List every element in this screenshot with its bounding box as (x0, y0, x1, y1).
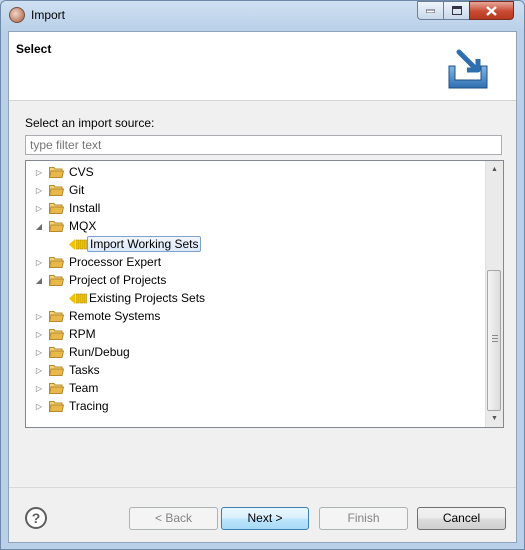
folder-icon (49, 275, 64, 286)
import-dialog-window: Import Select Select an import source: t… (0, 0, 525, 550)
tree-folder-row[interactable]: ▷ Processor Expert (26, 254, 486, 272)
tree-folder-row[interactable]: ▷ Team (26, 380, 486, 398)
wizard-header: Select (9, 32, 516, 101)
scroll-up-arrow-icon[interactable]: ▲ (486, 161, 503, 178)
tree-folder-row[interactable]: ▷ CVS (26, 164, 486, 182)
expand-arrow-icon[interactable]: ▷ (34, 348, 44, 358)
tree-label: Remote Systems (69, 309, 161, 323)
maximize-icon (451, 6, 462, 15)
tree-folder-row[interactable]: ▷ Run/Debug (26, 344, 486, 362)
tree-item-row[interactable]: Existing Projects Sets (26, 290, 486, 308)
folder-icon (49, 167, 64, 178)
collapse-arrow-icon[interactable]: ◢ (34, 222, 44, 232)
tree-folder-row[interactable]: ▷ Tracing (26, 398, 486, 416)
tree-label: RPM (69, 327, 96, 341)
tree-label: Processor Expert (69, 255, 162, 269)
cancel-button[interactable]: Cancel (417, 507, 506, 530)
minimize-icon (426, 9, 435, 13)
folder-icon (49, 401, 64, 412)
import-tray-icon (448, 49, 488, 89)
tree-label: Tasks (69, 363, 100, 377)
working-set-icon (69, 239, 87, 250)
folder-icon (49, 383, 64, 394)
scroll-thumb[interactable] (487, 270, 501, 411)
folder-icon (49, 365, 64, 376)
expand-arrow-icon[interactable]: ▷ (34, 258, 44, 268)
expand-arrow-icon[interactable]: ▷ (34, 384, 44, 394)
tree-label: Import Working Sets (87, 236, 202, 252)
maximize-button[interactable] (443, 1, 470, 20)
tree-label: Run/Debug (69, 345, 130, 359)
tree-folder-row[interactable]: ◢ Project of Projects (26, 272, 486, 290)
tree-label: Git (69, 183, 85, 197)
expand-arrow-icon[interactable]: ▷ (34, 402, 44, 412)
folder-icon (49, 311, 64, 322)
working-set-icon (69, 293, 87, 304)
tree-label: Tracing (69, 399, 109, 413)
expand-arrow-icon[interactable]: ▷ (34, 168, 44, 178)
tree-label: Install (69, 201, 101, 215)
tree-folder-row[interactable]: ▷ Install (26, 200, 486, 218)
tree-label: Project of Projects (69, 273, 167, 287)
close-button[interactable] (469, 1, 514, 20)
import-source-label: Select an import source: (25, 116, 155, 130)
help-button[interactable]: ? (25, 507, 47, 529)
expand-arrow-icon[interactable]: ▷ (34, 204, 44, 214)
tree-folder-row[interactable]: ▷ RPM (26, 326, 486, 344)
dialog-client-area: Select Select an import source: ▷ CVS ▷ Git… (8, 31, 517, 543)
tree-label: CVS (69, 165, 94, 179)
finish-button[interactable]: Finish (319, 507, 408, 530)
collapse-arrow-icon[interactable]: ◢ (34, 276, 44, 286)
expand-arrow-icon[interactable]: ▷ (34, 366, 44, 376)
tree-vertical-scrollbar[interactable]: ▲ ▼ (485, 161, 503, 427)
scroll-down-arrow-icon[interactable]: ▼ (486, 410, 503, 427)
minimize-button[interactable] (417, 1, 444, 20)
expand-arrow-icon[interactable]: ▷ (34, 330, 44, 340)
window-title: Import (31, 8, 66, 22)
import-source-tree[interactable]: ▷ CVS ▷ Git ▷ Install ◢ MQX Import Working Sets ▷… (25, 160, 504, 428)
page-title: Select (16, 42, 52, 56)
folder-icon (49, 221, 64, 232)
tree-folder-row[interactable]: ▷ Remote Systems (26, 308, 486, 326)
tree-label: Team (69, 381, 99, 395)
title-bar[interactable]: Import (1, 1, 524, 30)
filter-input[interactable] (25, 135, 502, 155)
button-bar-separator (9, 487, 516, 488)
tree-folder-row[interactable]: ▷ Tasks (26, 362, 486, 380)
tree-folder-row[interactable]: ◢ MQX (26, 218, 486, 236)
tree-label: Existing Projects Sets (89, 291, 206, 305)
app-icon (9, 7, 25, 23)
tree-label: MQX (69, 219, 97, 233)
tree-folder-row[interactable]: ▷ Git (26, 182, 486, 200)
tree-item-row[interactable]: Import Working Sets (26, 236, 486, 254)
next-button[interactable]: Next > (221, 507, 309, 530)
folder-icon (49, 329, 64, 340)
close-icon (486, 5, 497, 16)
folder-icon (49, 347, 64, 358)
folder-icon (49, 257, 64, 268)
folder-icon (49, 185, 64, 196)
folder-icon (49, 203, 64, 214)
expand-arrow-icon[interactable]: ▷ (34, 186, 44, 196)
expand-arrow-icon[interactable]: ▷ (34, 312, 44, 322)
back-button[interactable]: < Back (129, 507, 218, 530)
